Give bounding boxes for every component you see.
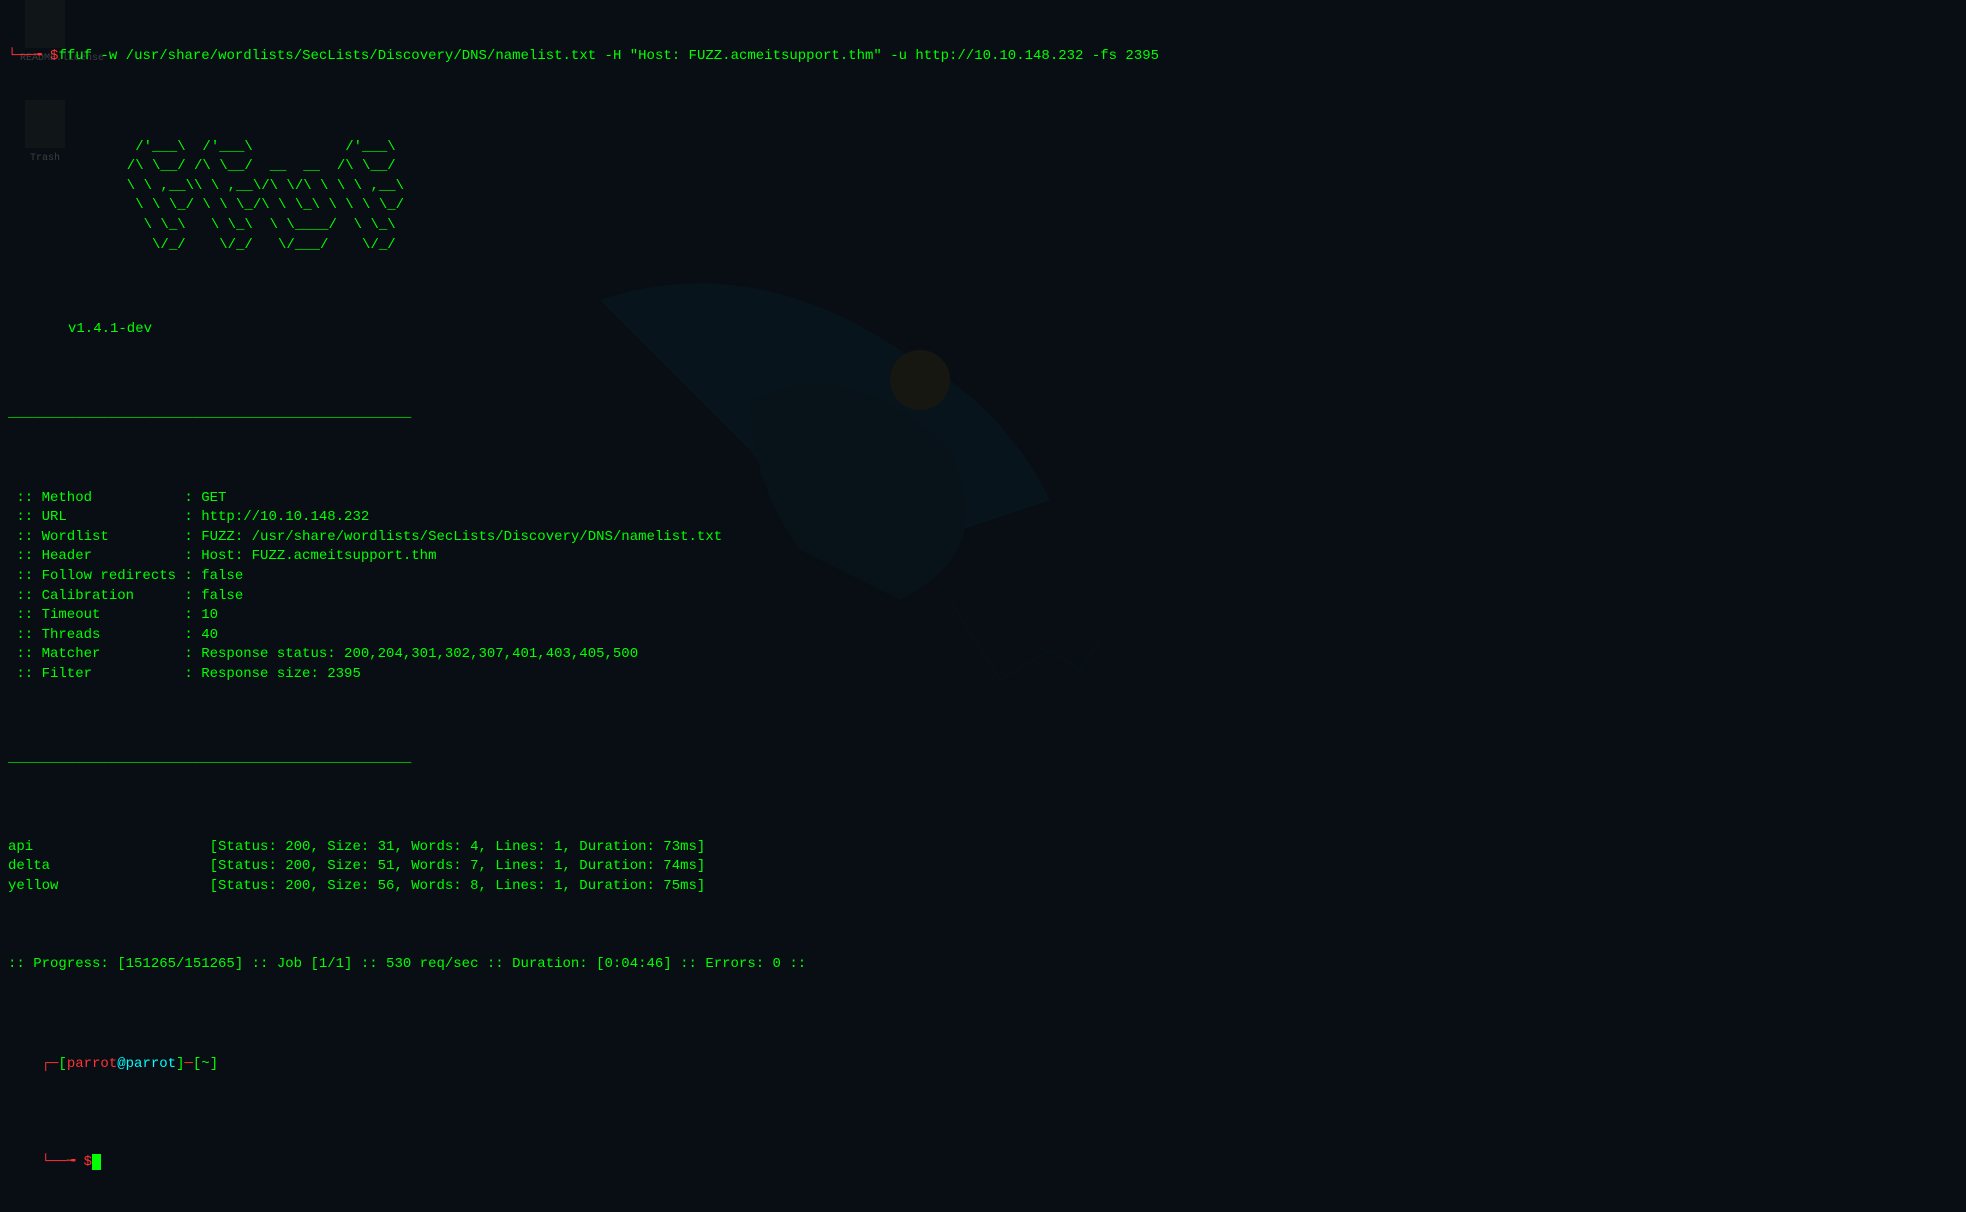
cursor-icon bbox=[92, 1154, 101, 1170]
result-row: delta [Status: 200, Size: 51, Words: 7, … bbox=[8, 857, 1958, 877]
prompt-dollar: $ bbox=[84, 1154, 92, 1170]
terminal-output[interactable]: └──╼ $ffuf -w /usr/share/wordlists/SecLi… bbox=[8, 8, 1958, 1212]
shell-prompt[interactable]: ┌─[parrot@parrot]─[~] bbox=[8, 1036, 1958, 1095]
result-row: yellow [Status: 200, Size: 56, Words: 8,… bbox=[8, 877, 1958, 897]
command-line: └──╼ $ffuf -w /usr/share/wordlists/SecLi… bbox=[8, 47, 1958, 67]
prompt-host: parrot bbox=[126, 1056, 176, 1072]
config-row: :: Follow redirects : false bbox=[8, 567, 1958, 587]
config-row: :: Header : Host: FUZZ.acmeitsupport.thm bbox=[8, 547, 1958, 567]
prompt-dollar: $ bbox=[50, 47, 58, 67]
prompt-bracket: [ bbox=[58, 1056, 66, 1072]
result-row: api [Status: 200, Size: 31, Words: 4, Li… bbox=[8, 838, 1958, 858]
results-block: api [Status: 200, Size: 31, Words: 4, Li… bbox=[8, 838, 1958, 897]
config-row: :: Wordlist : FUZZ: /usr/share/wordlists… bbox=[8, 528, 1958, 548]
prompt-bracket: ] bbox=[176, 1056, 184, 1072]
progress-line: :: Progress: [151265/151265] :: Job [1/1… bbox=[8, 955, 1958, 975]
ffuf-version: v1.4.1-dev bbox=[68, 320, 1958, 340]
prompt-path-bracket: [ bbox=[193, 1056, 201, 1072]
config-row: :: URL : http://10.10.148.232 bbox=[8, 508, 1958, 528]
prompt-at: @ bbox=[117, 1056, 125, 1072]
config-row: :: Timeout : 10 bbox=[8, 606, 1958, 626]
config-block: :: Method : GET :: URL : http://10.10.14… bbox=[8, 489, 1958, 685]
prompt-corner: └──╼ bbox=[8, 47, 50, 67]
config-row: :: Filter : Response size: 2395 bbox=[8, 665, 1958, 685]
divider-bottom: ________________________________________… bbox=[8, 749, 1958, 769]
prompt-corner-top: ┌─ bbox=[42, 1056, 59, 1072]
config-row: :: Method : GET bbox=[8, 489, 1958, 509]
command-text: ffuf -w /usr/share/wordlists/SecLists/Di… bbox=[58, 47, 1159, 67]
prompt-user: parrot bbox=[67, 1056, 117, 1072]
prompt-corner-bottom: └──╼ bbox=[42, 1154, 84, 1170]
prompt-dash: ─ bbox=[184, 1056, 192, 1072]
prompt-path: ~ bbox=[201, 1056, 209, 1072]
divider-top: ________________________________________… bbox=[8, 404, 1958, 424]
config-row: :: Threads : 40 bbox=[8, 626, 1958, 646]
config-row: :: Calibration : false bbox=[8, 587, 1958, 607]
config-row: :: Matcher : Response status: 200,204,30… bbox=[8, 645, 1958, 665]
ffuf-ascii-logo: /'___\ /'___\ /'___\ /\ \__/ /\ \__/ __ … bbox=[68, 138, 1958, 256]
prompt-path-bracket: ] bbox=[210, 1056, 218, 1072]
shell-prompt-line2[interactable]: └──╼ $ bbox=[8, 1134, 1958, 1193]
